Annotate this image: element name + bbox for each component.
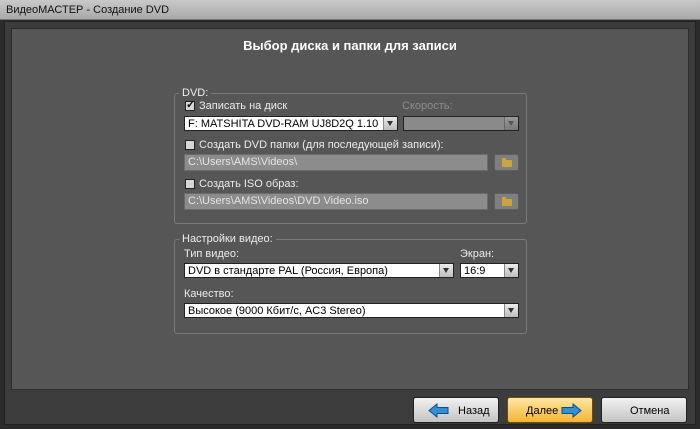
check-icon: ✓ (186, 99, 196, 111)
chevron-down-icon (504, 304, 518, 317)
cancel-button-label: Отмена (630, 405, 670, 417)
chevron-down-icon (504, 117, 518, 130)
create-dvd-folder-checkbox[interactable] (185, 140, 195, 150)
video-settings-group: Настройки видео: Тип видео: Экран: DVD в… (174, 233, 527, 334)
arrow-left-icon (428, 403, 449, 418)
quality-value: Высокое (9000 Кбит/с, AC3 Stereo) (188, 305, 366, 317)
dialog-window: Выбор диска и папки для записи DVD: ✓ За… (4, 21, 696, 425)
arrow-right-icon (561, 403, 582, 418)
iso-path-field[interactable]: C:\Users\AMS\Videos\DVD Video.iso (184, 193, 488, 210)
chevron-down-icon (504, 264, 518, 277)
page-title: Выбор диска и папки для записи (243, 38, 457, 53)
browse-iso-button[interactable] (494, 193, 519, 210)
video-type-label: Тип видео: (184, 248, 240, 260)
next-button[interactable]: Далее (507, 397, 593, 423)
screen-label: Экран: (460, 248, 495, 260)
speed-select[interactable] (403, 116, 519, 131)
footer-bar: Назад Далее Отмена (5, 394, 695, 426)
screen-value: 16:9 (464, 265, 486, 277)
chevron-down-icon (439, 264, 453, 277)
content-panel: Выбор диска и папки для записи DVD: ✓ За… (11, 28, 689, 390)
cancel-button[interactable]: Отмена (601, 397, 687, 423)
folder-icon (502, 197, 512, 206)
quality-label: Качество: (184, 288, 234, 300)
folder-icon (502, 158, 512, 167)
chevron-down-icon (383, 117, 397, 130)
create-dvd-folder-label: Создать DVD папки (для последующей запис… (199, 139, 444, 151)
drive-select-value: F: MATSHITA DVD-RAM UJ8D2Q 1.10 (188, 118, 379, 130)
burn-to-disc-checkbox[interactable]: ✓ (185, 99, 196, 111)
dvd-group: DVD: ✓ Записать на диск Скорость: F: MAT… (174, 87, 527, 224)
video-settings-legend: Настройки видео: (182, 233, 273, 245)
window-title: ВидеоМАСТЕР - Создание DVD (6, 4, 170, 16)
video-type-select[interactable]: DVD в стандарте PAL (Россия, Европа) (184, 263, 454, 278)
video-type-value: DVD в стандарте PAL (Россия, Европа) (188, 265, 388, 277)
next-button-label: Далее (526, 405, 559, 417)
speed-label: Скорость: (402, 100, 453, 112)
burn-to-disc-label: Записать на диск (199, 100, 288, 112)
dvd-group-legend: DVD: (182, 87, 209, 99)
drive-select[interactable]: F: MATSHITA DVD-RAM UJ8D2Q 1.10 (184, 116, 398, 131)
screen-select[interactable]: 16:9 (460, 263, 519, 278)
create-iso-checkbox[interactable] (185, 179, 195, 189)
title-bar: ВидеоМАСТЕР - Создание DVD (0, 0, 700, 20)
dvd-folder-path-field[interactable]: C:\Users\AMS\Videos\ (184, 154, 488, 171)
back-button-label: Назад (458, 405, 490, 417)
quality-select[interactable]: Высокое (9000 Кбит/с, AC3 Stereo) (184, 303, 519, 318)
back-button[interactable]: Назад (413, 397, 499, 423)
create-iso-label: Создать ISO образ: (199, 178, 299, 190)
browse-folder-button[interactable] (494, 154, 519, 171)
